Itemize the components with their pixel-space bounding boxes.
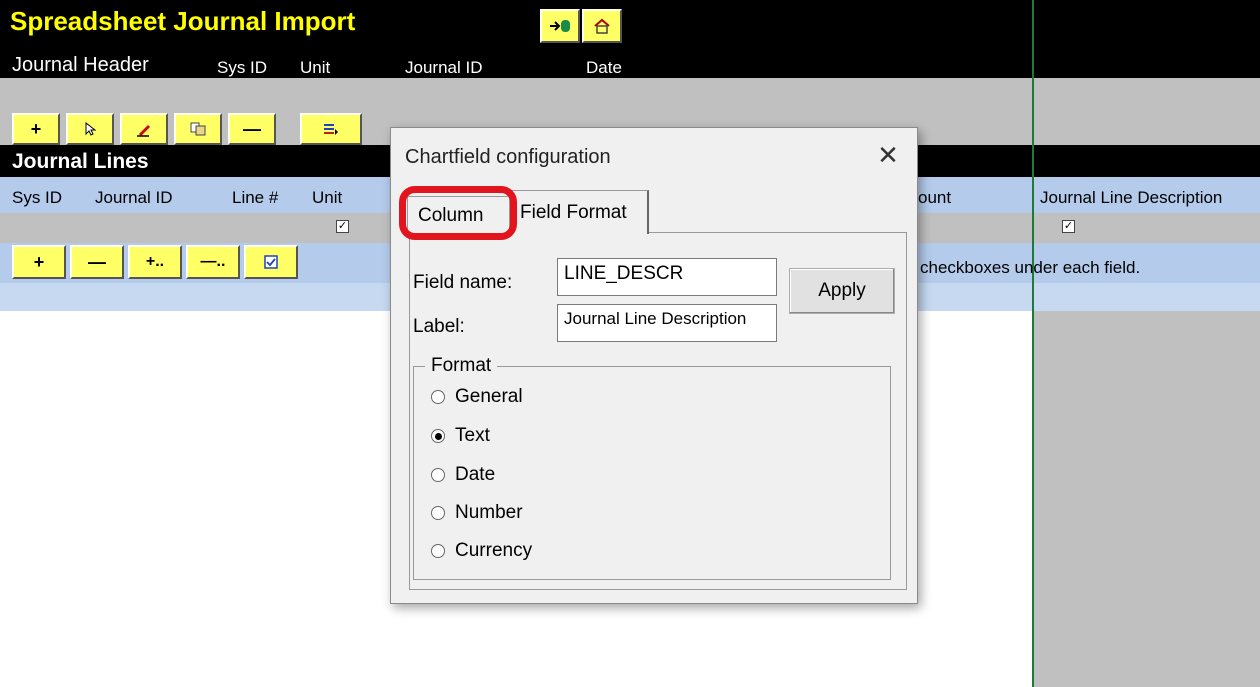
- import-arrow-button[interactable]: [540, 9, 580, 43]
- radio-currency-icon: [431, 544, 445, 558]
- format-option-currency[interactable]: Currency: [431, 540, 532, 562]
- header-copy-button[interactable]: [174, 113, 222, 145]
- header-add-button[interactable]: +: [12, 113, 60, 145]
- header-col-unit: Unit: [300, 58, 331, 77]
- instruction-note: checkboxes under each field.: [920, 258, 1141, 277]
- format-option-number[interactable]: Number: [431, 502, 523, 524]
- header-col-journal-id: Journal ID: [405, 58, 483, 77]
- highlight-annotation: [399, 186, 517, 240]
- home-button[interactable]: [582, 9, 622, 43]
- format-option-general[interactable]: General: [431, 386, 523, 408]
- header-select-button[interactable]: [66, 113, 114, 145]
- format-option-text[interactable]: Text: [431, 425, 490, 447]
- import-arrow-icon: [549, 18, 571, 34]
- copy-icon: [190, 122, 206, 136]
- lines-col-description: Journal Line Description: [1040, 188, 1223, 207]
- home-icon: [593, 18, 611, 34]
- format-group-label: Format: [425, 355, 498, 377]
- lines-add-button[interactable]: +: [12, 245, 66, 279]
- format-option-date[interactable]: Date: [431, 464, 495, 486]
- lines-remove-many-button[interactable]: —..: [186, 245, 240, 279]
- remove-many-icon: —..: [200, 253, 226, 270]
- add-icon: +: [30, 118, 42, 139]
- lines-remove-button[interactable]: —: [70, 245, 124, 279]
- unit-field-checkbox[interactable]: ✓: [336, 220, 349, 233]
- lines-col-line-no: Line #: [232, 188, 279, 207]
- lines-col-journal-id: Journal ID: [95, 188, 173, 207]
- column-divider: [1032, 0, 1034, 687]
- close-icon[interactable]: ✕: [873, 140, 903, 170]
- remove-icon: —: [88, 251, 106, 272]
- journal-header-label: Journal Header: [12, 54, 149, 76]
- edit-pencil-icon: [136, 121, 152, 137]
- remove-icon: —: [243, 118, 261, 139]
- lines-add-many-button[interactable]: +..: [128, 245, 182, 279]
- radio-general-icon: [431, 390, 445, 404]
- header-insert-button[interactable]: [300, 113, 362, 145]
- right-column-top: [1034, 0, 1260, 78]
- lines-col-sys-id: Sys ID: [12, 188, 63, 207]
- description-field-checkbox[interactable]: ✓: [1062, 220, 1075, 233]
- insert-rows-icon: [323, 122, 339, 136]
- tab-field-format[interactable]: Field Format: [509, 190, 649, 234]
- journal-lines-label: Journal Lines: [12, 150, 149, 173]
- field-name-label: Field name:: [413, 272, 513, 293]
- header-col-sys-id: Sys ID: [217, 58, 268, 77]
- radio-number-icon: [431, 506, 445, 520]
- radio-text-icon: [431, 429, 445, 443]
- header-remove-button[interactable]: —: [228, 113, 276, 145]
- select-cursor-icon: [84, 122, 96, 136]
- label-input[interactable]: Journal Line Description: [557, 304, 777, 342]
- apply-button[interactable]: Apply: [789, 268, 895, 314]
- field-name-input[interactable]: LINE_DESCR: [557, 258, 777, 296]
- lines-col-amount: ount: [918, 188, 952, 207]
- chartfield-configuration-dialog: Chartfield configuration ✕ Column Field …: [390, 127, 918, 604]
- add-icon: +: [33, 251, 45, 272]
- header-edit-button[interactable]: [120, 113, 168, 145]
- header-col-date: Date: [586, 58, 622, 77]
- radio-date-icon: [431, 468, 445, 482]
- lines-checkbox-button[interactable]: [244, 245, 298, 279]
- dialog-title: Chartfield configuration: [405, 146, 611, 168]
- app-title: Spreadsheet Journal Import: [10, 6, 356, 36]
- checkbox-toggle-icon: [264, 255, 278, 269]
- label-label: Label:: [413, 316, 465, 337]
- add-many-icon: +..: [145, 253, 165, 270]
- lines-col-unit: Unit: [312, 188, 343, 207]
